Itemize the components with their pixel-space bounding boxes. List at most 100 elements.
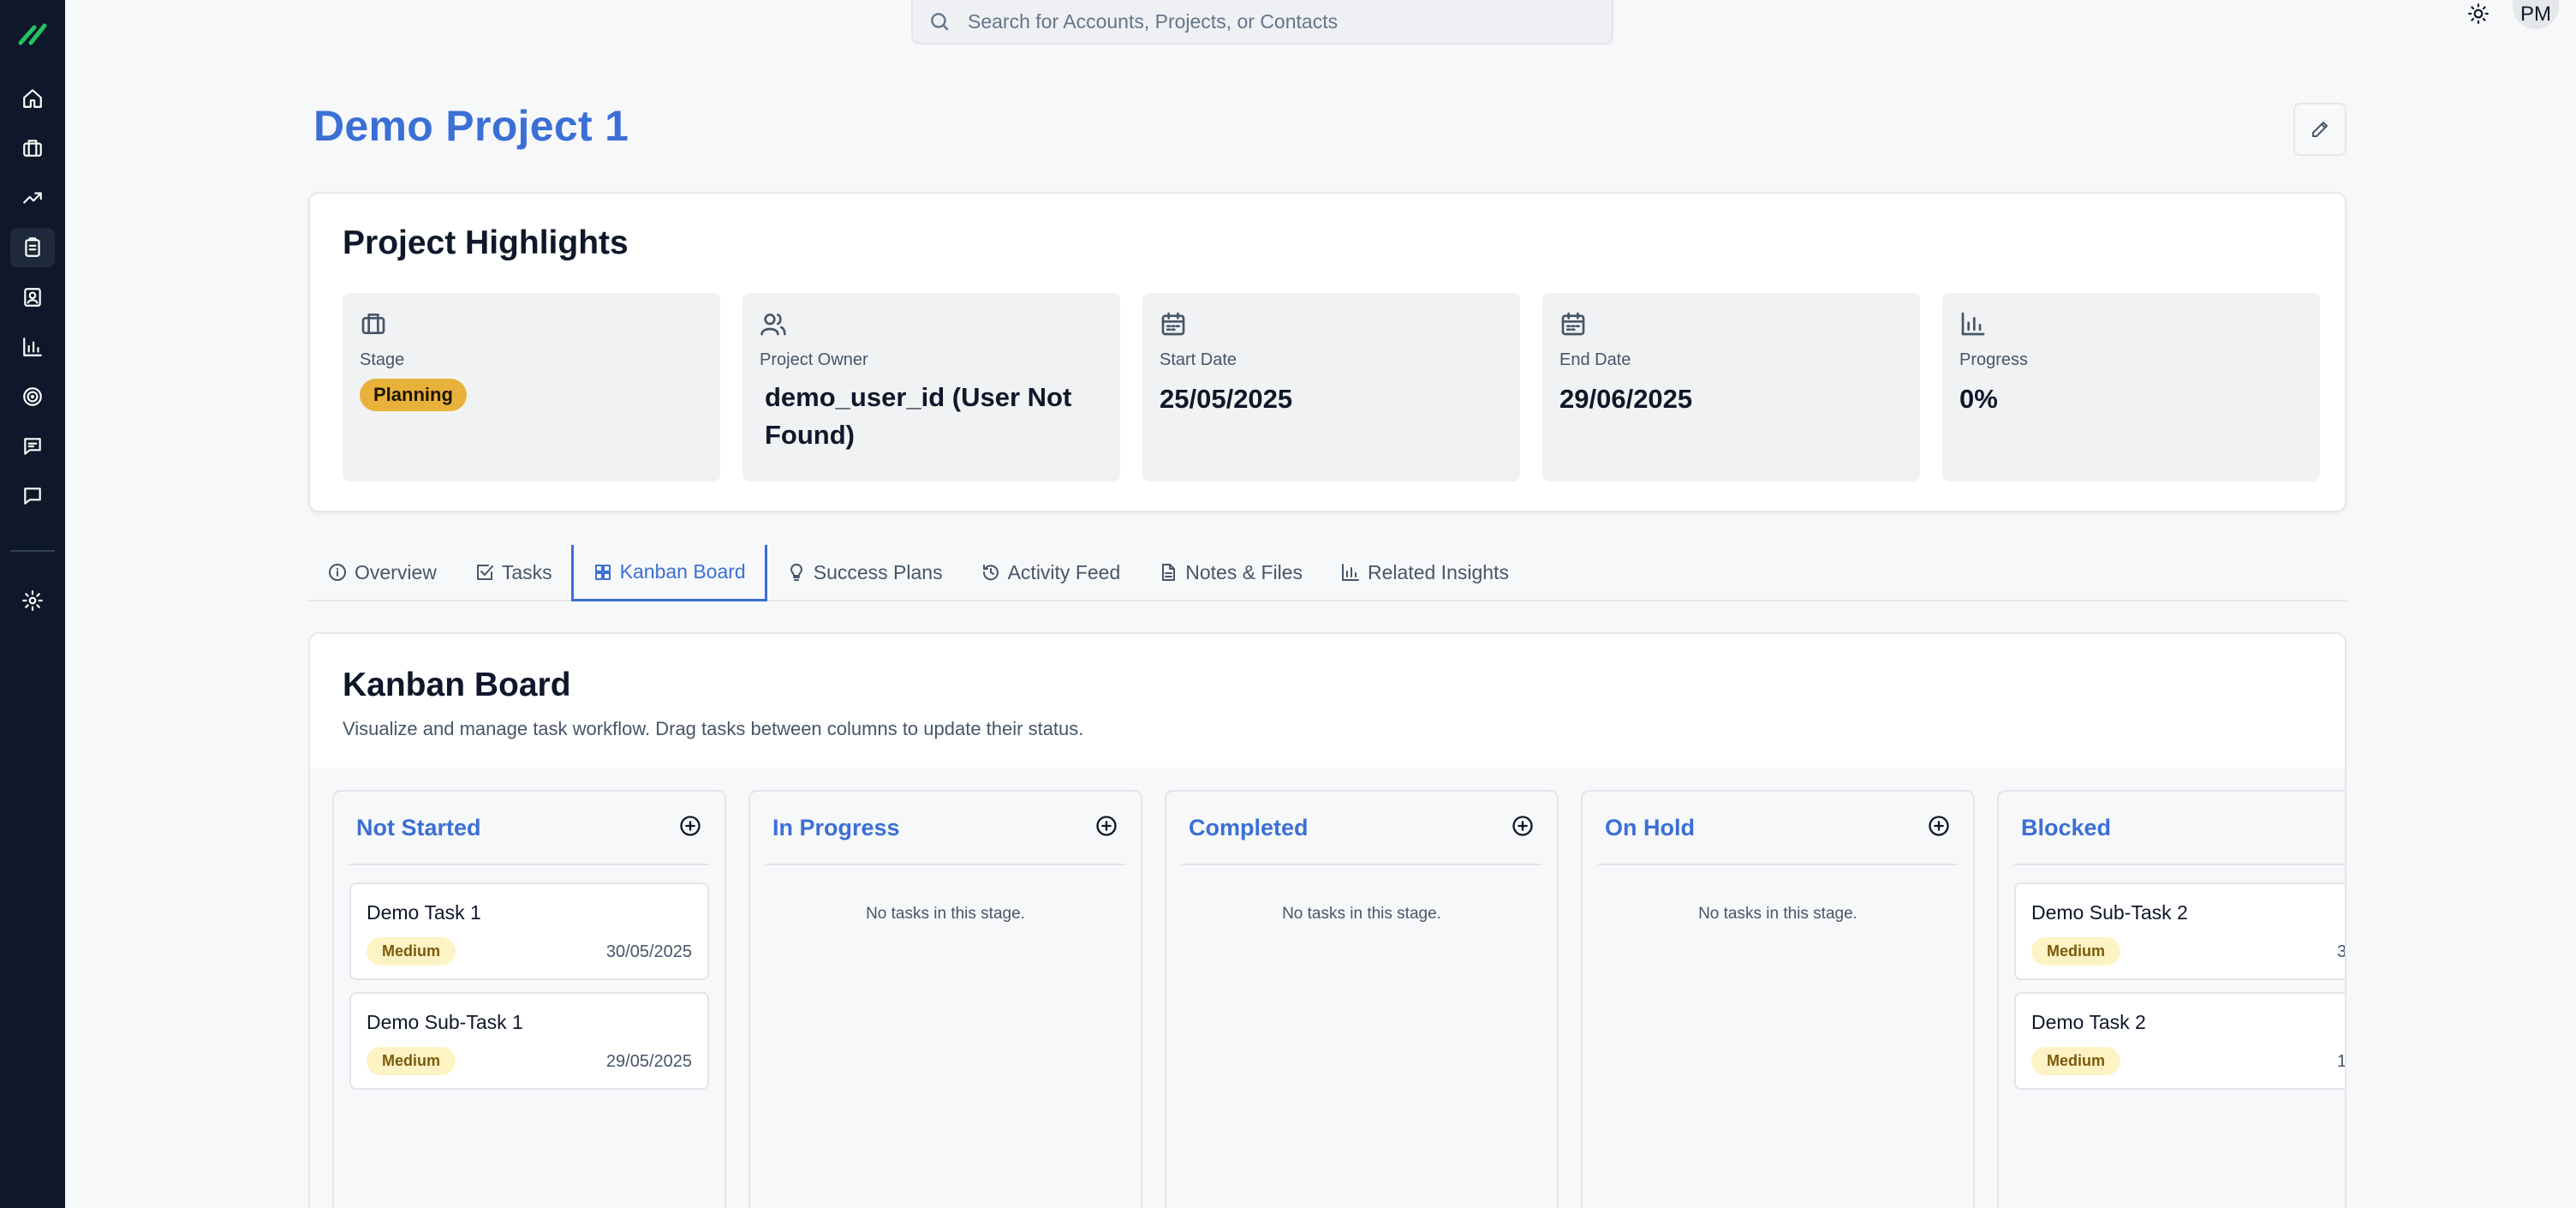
clipboard-icon xyxy=(25,237,40,257)
sidebar-item-contacts[interactable] xyxy=(10,278,55,317)
page-title: Demo Project 1 xyxy=(313,102,629,150)
bar-chart-icon xyxy=(23,338,42,356)
theme-toggle-button[interactable] xyxy=(2461,0,2496,27)
tab-label: Related Insights xyxy=(1368,560,1509,583)
tab-overview[interactable]: Overview xyxy=(308,545,456,600)
sidebar-item-reports[interactable] xyxy=(10,327,55,367)
tab-kanban-board[interactable]: Kanban Board xyxy=(570,545,767,601)
tab-success-plans[interactable]: Success Plans xyxy=(767,545,962,600)
kanban-column-completed[interactable]: Completed No tasks in this stage. xyxy=(1165,790,1559,1208)
calendar-icon xyxy=(1161,312,1185,336)
task-card[interactable]: Demo Task 2 Medium 12/06/202 xyxy=(2014,992,2346,1090)
task-card[interactable]: Demo Task 1 Medium 30/05/2025 xyxy=(349,882,709,980)
sidebar-item-settings[interactable] xyxy=(10,581,55,620)
plus-circle-icon xyxy=(1929,815,1949,836)
sidebar-item-home[interactable] xyxy=(10,79,55,118)
task-due-date: 30/05/202 xyxy=(2337,942,2346,961)
info-icon xyxy=(329,564,346,581)
task-title: Demo Sub-Task 1 xyxy=(367,1011,523,1033)
end-date-value: 29/06/2025 xyxy=(1559,384,1693,414)
kanban-column-blocked[interactable]: Blocked Demo Sub-Task 2 Medium 30/05/202… xyxy=(1997,790,2346,1208)
task-title: Demo Task 1 xyxy=(367,901,481,924)
edit-project-button[interactable] xyxy=(2293,103,2346,156)
end-date-tile: End Date 29/06/2025 xyxy=(1542,293,1920,481)
tab-label: Success Plans xyxy=(813,560,943,583)
home-icon xyxy=(23,89,42,108)
column-title: Not Started xyxy=(356,814,481,840)
tab-label: Activity Feed xyxy=(1007,560,1121,583)
task-title: Demo Task 2 xyxy=(2031,1011,2146,1033)
briefcase-icon xyxy=(361,314,385,334)
stage-badge: Planning xyxy=(360,379,467,411)
tab-label: Kanban Board xyxy=(619,560,746,583)
task-due-date: 30/05/2025 xyxy=(605,942,692,961)
tab-notes-files[interactable]: Notes & Files xyxy=(1139,545,1321,600)
search-input[interactable] xyxy=(968,9,1567,33)
empty-column-message: No tasks in this stage. xyxy=(866,905,1025,923)
avatar[interactable]: PM xyxy=(2513,0,2559,29)
plus-circle-icon xyxy=(1096,815,1117,836)
sidebar-item-opportunities[interactable] xyxy=(10,178,55,218)
tab-label: Tasks xyxy=(501,560,552,583)
owner-label: Project Owner xyxy=(760,350,868,369)
add-task-button[interactable] xyxy=(1094,814,1118,842)
lightbulb-icon xyxy=(790,564,802,581)
logo-icon[interactable] xyxy=(15,17,50,48)
add-task-button[interactable] xyxy=(1511,814,1535,842)
plus-circle-icon xyxy=(1512,815,1533,836)
sidebar-item-conversations[interactable] xyxy=(10,427,55,466)
tab-related-insights[interactable]: Related Insights xyxy=(1321,545,1528,600)
kanban-board-area[interactable]: Not Started Demo Task 1 Medium 30/05/202… xyxy=(310,768,2346,1208)
task-card[interactable]: Demo Sub-Task 1 Medium 29/05/2025 xyxy=(349,992,709,1090)
kanban-description: Visualize and manage task workflow. Drag… xyxy=(343,718,1084,739)
priority-badge: Medium xyxy=(367,937,456,966)
kanban-column-in-progress[interactable]: In Progress No tasks in this stage. xyxy=(748,790,1142,1208)
sidebar-item-projects[interactable] xyxy=(10,228,55,267)
sidebar-divider xyxy=(10,550,55,552)
add-task-button[interactable] xyxy=(678,814,702,842)
tab-label: Overview xyxy=(355,560,437,583)
contact-card-icon xyxy=(24,288,41,307)
sidebar xyxy=(0,0,65,1208)
check-square-icon xyxy=(476,565,493,580)
project-highlights-card: Project Highlights Stage Planning Projec… xyxy=(308,192,2346,512)
kanban-column-on-hold[interactable]: On Hold No tasks in this stage. xyxy=(1581,790,1975,1208)
owner-value: demo_user_id (User Not Found) xyxy=(765,382,1072,450)
calendar-icon xyxy=(1561,312,1585,336)
sidebar-item-messages[interactable] xyxy=(10,476,55,516)
sun-icon xyxy=(2468,3,2489,24)
task-card[interactable]: Demo Sub-Task 2 Medium 30/05/202 xyxy=(2014,882,2346,980)
priority-badge: Medium xyxy=(367,1047,456,1075)
briefcase-icon xyxy=(23,140,42,157)
kanban-title: Kanban Board xyxy=(343,667,571,703)
tab-activity-feed[interactable]: Activity Feed xyxy=(962,545,1140,600)
empty-column-message: No tasks in this stage. xyxy=(1698,905,1857,923)
add-task-button[interactable] xyxy=(1927,814,1951,842)
gear-icon xyxy=(22,590,43,611)
global-search[interactable] xyxy=(911,0,1613,45)
chat-bubbles-icon xyxy=(24,438,41,455)
tab-tasks[interactable]: Tasks xyxy=(456,545,571,600)
start-date-label: Start Date xyxy=(1160,350,1237,369)
column-title: In Progress xyxy=(772,814,900,840)
bar-chart-icon xyxy=(1961,312,1985,336)
stage-label: Stage xyxy=(360,350,405,369)
start-date-value: 25/05/2025 xyxy=(1160,384,1293,414)
sidebar-item-accounts[interactable] xyxy=(10,129,55,168)
project-tabs: Overview Tasks Kanban Board Success Plan… xyxy=(308,545,2346,601)
sidebar-item-goals[interactable] xyxy=(10,377,55,416)
progress-value: 0% xyxy=(1959,384,1998,414)
task-due-date: 12/06/202 xyxy=(2337,1052,2346,1071)
bar-chart-icon xyxy=(1342,564,1360,581)
kanban-column-not-started[interactable]: Not Started Demo Task 1 Medium 30/05/202… xyxy=(332,790,726,1208)
users-icon xyxy=(760,314,786,336)
tab-label: Notes & Files xyxy=(1185,560,1303,583)
stage-tile: Stage Planning xyxy=(343,293,720,481)
grid-icon xyxy=(594,564,611,580)
priority-badge: Medium xyxy=(2031,937,2121,966)
message-icon xyxy=(24,487,41,505)
end-date-label: End Date xyxy=(1559,350,1631,369)
empty-column-message: No tasks in this stage. xyxy=(1282,905,1441,923)
target-icon xyxy=(23,387,42,406)
progress-label: Progress xyxy=(1959,350,2029,369)
